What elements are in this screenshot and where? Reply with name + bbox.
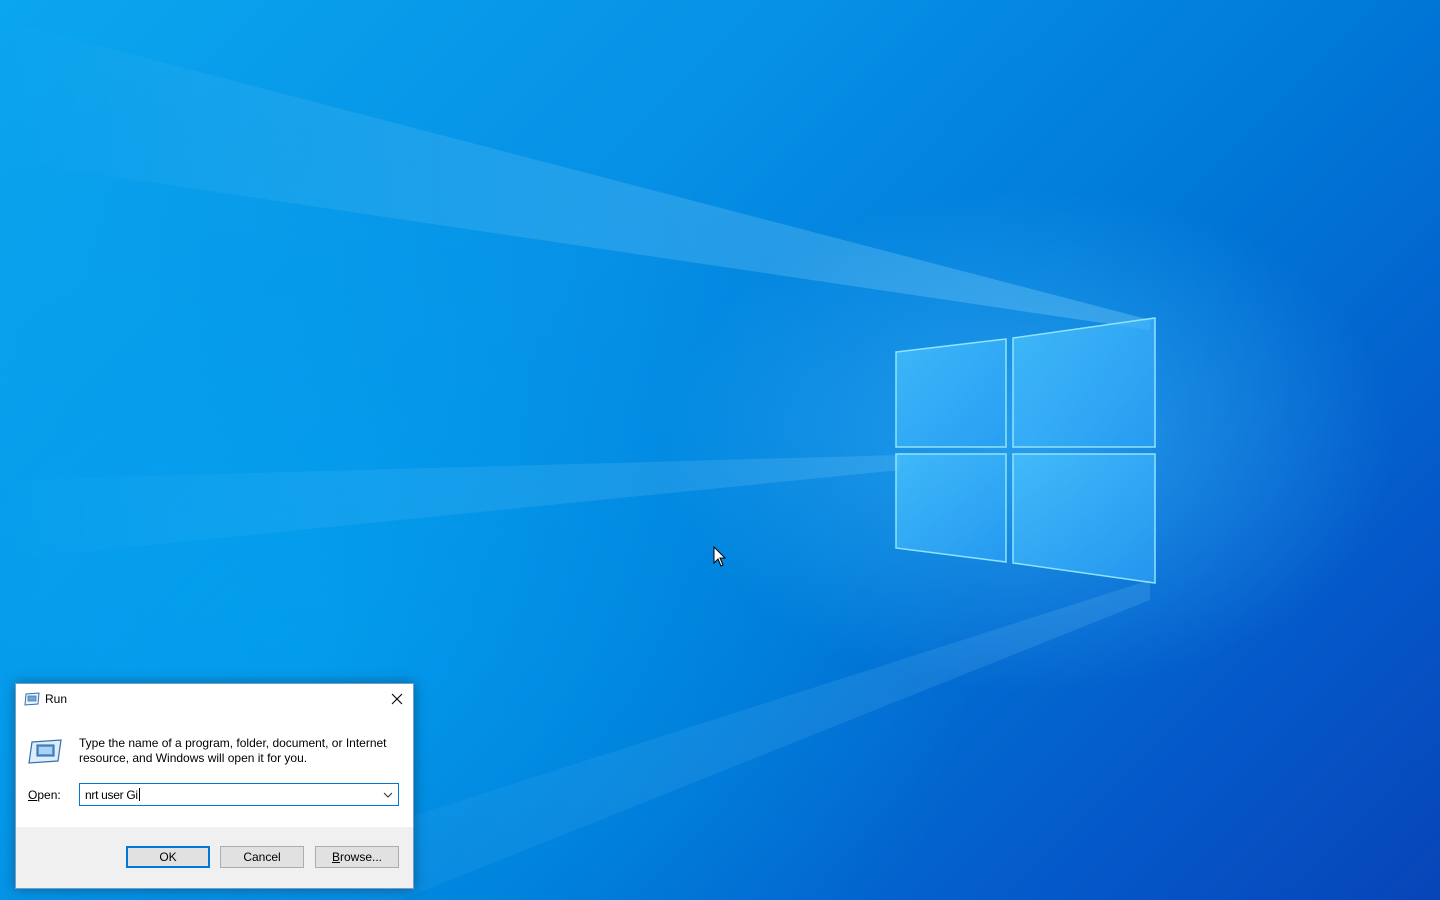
run-icon bbox=[24, 692, 40, 706]
browse-button[interactable]: Browse... bbox=[315, 846, 399, 868]
cancel-button[interactable]: Cancel bbox=[220, 846, 304, 868]
ok-button[interactable]: OK bbox=[126, 846, 210, 868]
logo-pane-bottom-right bbox=[1012, 453, 1156, 584]
dialog-body: Type the name of a program, folder, docu… bbox=[16, 714, 413, 827]
title-bar[interactable]: Run bbox=[16, 684, 413, 714]
open-label-accelerator: O bbox=[28, 788, 38, 802]
chevron-down-icon bbox=[383, 792, 393, 798]
close-button[interactable] bbox=[381, 684, 413, 714]
browse-accelerator: B bbox=[331, 850, 340, 864]
open-label-text: pen: bbox=[37, 788, 61, 802]
dialog-title: Run bbox=[45, 692, 68, 706]
browse-label: rowse... bbox=[340, 850, 383, 864]
mouse-pointer-icon bbox=[713, 546, 727, 567]
logo-pane-top-right bbox=[1012, 317, 1156, 448]
logo-pane-top-left bbox=[895, 338, 1007, 448]
dialog-description: Type the name of a program, folder, docu… bbox=[79, 736, 387, 765]
run-program-icon bbox=[28, 739, 62, 764]
run-dialog[interactable]: Run Type the name of a program, folder, … bbox=[15, 683, 414, 889]
open-label: Open: bbox=[28, 788, 61, 802]
open-combobox[interactable] bbox=[79, 783, 399, 806]
button-bar: OK Cancel Browse... bbox=[16, 827, 413, 888]
text-caret bbox=[138, 788, 140, 801]
open-input[interactable] bbox=[80, 784, 381, 805]
close-icon bbox=[391, 693, 403, 705]
logo-pane-bottom-left bbox=[895, 453, 1007, 563]
desktop[interactable]: Run Type the name of a program, folder, … bbox=[0, 0, 1440, 900]
dropdown-button[interactable] bbox=[380, 784, 396, 805]
